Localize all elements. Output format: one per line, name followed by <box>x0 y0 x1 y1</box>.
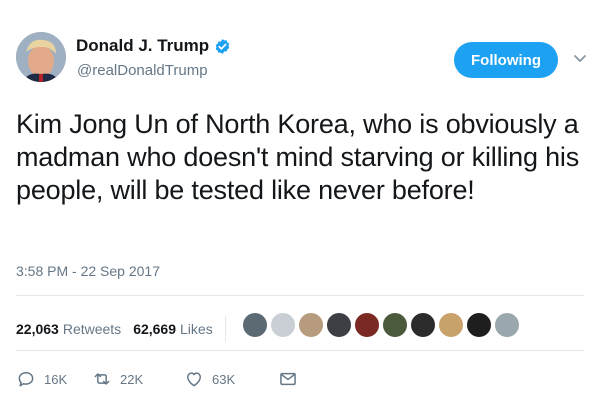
engagement-stats: 22,063 Retweets 62,669 Likes <box>16 316 226 342</box>
verified-badge-icon <box>215 38 230 54</box>
divider <box>16 350 584 351</box>
retweets-count[interactable]: 22,063 <box>16 321 59 337</box>
tweet-text: Kim Jong Un of North Korea, who is obvio… <box>16 109 580 205</box>
divider <box>224 316 226 342</box>
like-count: 63K <box>212 371 236 387</box>
liker-avatar[interactable] <box>326 312 352 338</box>
retweet-button[interactable]: 22K <box>92 369 184 389</box>
user-handle[interactable]: @realDonaldTrump <box>77 62 208 79</box>
liker-avatar[interactable] <box>354 312 380 338</box>
direct-message-icon <box>280 372 296 386</box>
liker-avatar[interactable] <box>466 312 492 338</box>
divider <box>16 295 584 296</box>
direct-message-button[interactable] <box>278 369 298 389</box>
liker-avatar[interactable] <box>242 312 268 338</box>
likes-label[interactable]: Likes <box>180 321 213 337</box>
reply-button[interactable]: 16K <box>16 369 92 389</box>
heart-icon <box>187 372 201 387</box>
liker-avatar[interactable] <box>298 312 324 338</box>
liker-avatar[interactable] <box>494 312 520 338</box>
likes-count[interactable]: 62,669 <box>133 321 176 337</box>
liker-avatar[interactable] <box>410 312 436 338</box>
liker-avatars <box>242 312 522 338</box>
following-button[interactable]: Following <box>454 42 558 78</box>
action-bar: 16K 22K 63K <box>16 369 298 389</box>
liker-avatar[interactable] <box>270 312 296 338</box>
reply-count: 16K <box>44 371 68 387</box>
retweet-icon <box>94 373 110 385</box>
retweet-count: 22K <box>120 371 144 387</box>
like-button[interactable]: 63K <box>184 369 278 389</box>
avatar[interactable] <box>16 32 66 82</box>
tweet-timestamp[interactable]: 3:58 PM - 22 Sep 2017 <box>16 263 160 279</box>
reply-icon <box>18 372 34 387</box>
liker-avatar[interactable] <box>382 312 408 338</box>
tweet-card: Donald J. Trump @realDonaldTrump Followi… <box>0 0 600 400</box>
chevron-down-icon[interactable] <box>572 50 588 66</box>
display-name[interactable]: Donald J. Trump <box>76 36 209 56</box>
author-name-row[interactable]: Donald J. Trump <box>76 36 231 56</box>
liker-avatar[interactable] <box>438 312 464 338</box>
retweets-label[interactable]: Retweets <box>63 321 121 337</box>
